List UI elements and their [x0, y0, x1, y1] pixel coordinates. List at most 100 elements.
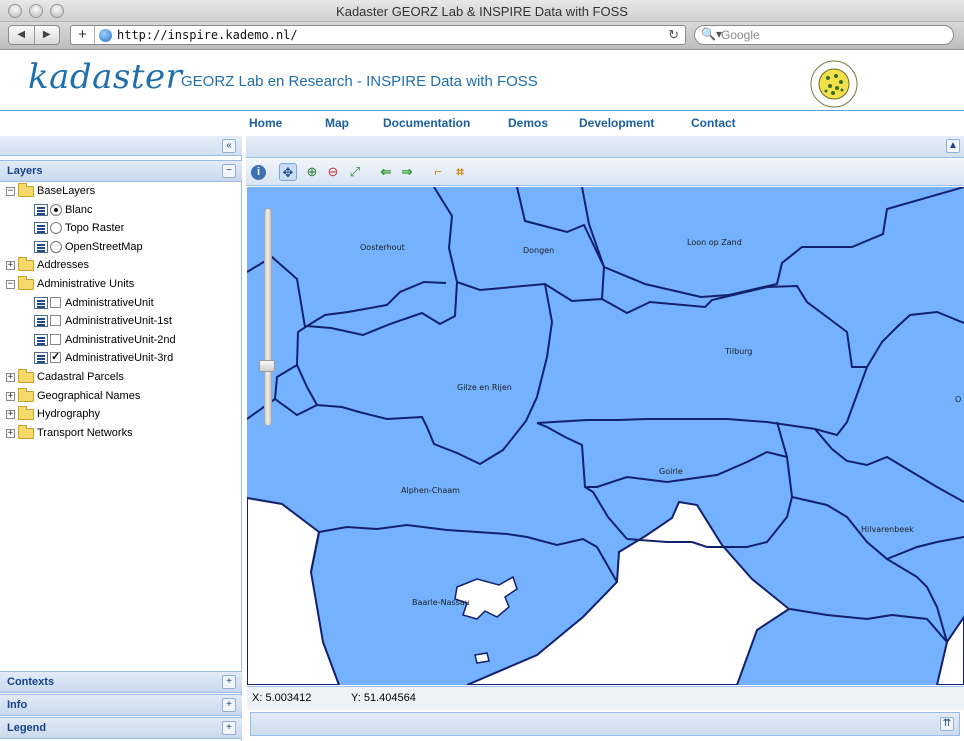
tree-node-label: Addresses	[37, 259, 89, 272]
layer-checkbox[interactable]	[50, 315, 61, 327]
expand-node-icon[interactable]: +	[6, 373, 15, 382]
tree-node[interactable]: − BaseLayers	[0, 182, 238, 200]
map-place-label: Loon op Zand	[687, 238, 742, 247]
tree-node[interactable]: + Geographical Names	[0, 387, 238, 405]
menu-home[interactable]: Home	[249, 116, 282, 130]
tree-node-label: AdministrativeUnit-2nd	[65, 333, 176, 346]
zoom-in-icon[interactable]: ⊕	[303, 163, 321, 181]
zoom-out-icon[interactable]: ⊖	[324, 163, 342, 181]
tree-node[interactable]: AdministrativeUnit-1st	[0, 312, 238, 330]
tree-node[interactable]: ✓ AdministrativeUnit-3rd	[0, 349, 238, 367]
info-panel-header[interactable]: Info +	[0, 694, 242, 716]
map-place-label: Dongen	[523, 246, 554, 255]
address-bar[interactable]: + http://inspire.kademo.nl/ ↻	[70, 25, 686, 45]
expand-node-icon[interactable]: +	[6, 261, 15, 271]
expand-info-button[interactable]: +	[222, 698, 236, 712]
tree-node[interactable]: + Cadastral Parcels	[0, 368, 238, 386]
history-back-icon[interactable]: ⇐	[377, 163, 395, 181]
map-place-label: Oosterhout	[360, 243, 405, 252]
tree-node[interactable]: Topo Raster	[0, 219, 238, 237]
tree-node-label: OpenStreetMap	[65, 240, 143, 253]
tree-node[interactable]: OpenStreetMap	[0, 238, 238, 256]
expand-node-icon[interactable]: +	[6, 391, 15, 401]
map-place-label: Goirle	[659, 467, 683, 476]
collapse-north-button[interactable]: ▲	[946, 139, 960, 153]
center-collapse-bar: ▲	[246, 136, 964, 158]
zoom-slider-track[interactable]	[264, 208, 272, 426]
menu-contact[interactable]: Contact	[691, 116, 736, 130]
zoom-extent-icon[interactable]: ⤢	[346, 163, 364, 181]
layer-checkbox[interactable]: ✓	[50, 352, 61, 364]
layer-checkbox[interactable]	[50, 333, 61, 345]
expand-node-icon[interactable]: +	[6, 410, 15, 420]
layer-radio[interactable]	[50, 240, 62, 253]
url-text[interactable]: http://inspire.kademo.nl/	[117, 27, 298, 43]
back-button[interactable]: ◀	[9, 26, 35, 44]
coord-y: Y: 51.404564	[351, 692, 416, 704]
collapse-west-button[interactable]: «	[222, 139, 236, 153]
map-canvas[interactable]: Oosterhout Dongen Loon op Zand Tilburg Gilze…	[247, 187, 964, 685]
search-input[interactable]: 🔍▾ Google	[694, 25, 954, 45]
pan-icon[interactable]: ✥	[279, 163, 297, 181]
zoom-slider-thumb[interactable]	[259, 360, 275, 372]
tree-node[interactable]: Blanc	[0, 201, 238, 219]
expand-legend-button[interactable]: +	[222, 721, 236, 735]
add-bookmark-button[interactable]: +	[71, 26, 95, 44]
nav-buttons: ◀ ▶	[8, 25, 60, 45]
expand-contexts-button[interactable]: +	[222, 675, 236, 689]
south-panel-bar: ⇈	[250, 712, 960, 736]
layers-panel-header[interactable]: Layers −	[0, 160, 242, 182]
contexts-panel-header[interactable]: Contexts +	[0, 671, 242, 693]
search-icon[interactable]: 🔍▾	[701, 27, 722, 41]
map-place-label: O	[955, 395, 961, 404]
menu-demos[interactable]: Demos	[508, 116, 548, 130]
info-icon[interactable]: i	[251, 165, 266, 180]
map-place-label: Alphen-Chaam	[401, 486, 460, 495]
collapse-node-icon[interactable]: −	[6, 187, 15, 196]
west-panel: « Layers − − BaseLayers Blanc Topo Raster Op…	[0, 136, 242, 741]
map-svg: Oosterhout Dongen Loon op Zand Tilburg Gilze…	[247, 187, 964, 685]
layer-radio[interactable]	[50, 203, 62, 216]
tree-node[interactable]: AdministrativeUnit	[0, 294, 238, 312]
layer-checkbox[interactable]	[50, 296, 61, 308]
menu-map[interactable]: Map	[325, 116, 349, 130]
map-place-label: Hilvarenbeek	[861, 525, 914, 534]
layer-icon	[34, 222, 48, 235]
west-collapse-bar: «	[0, 136, 242, 156]
tree-node[interactable]: + Hydrography	[0, 405, 238, 423]
measure-line-icon[interactable]: ⌐	[429, 163, 447, 181]
tree-node[interactable]: + Transport Networks	[0, 424, 238, 442]
coordinate-bar: X: 5.003412 Y: 51.404564	[247, 686, 964, 710]
tree-node-label: Geographical Names	[37, 389, 141, 402]
tree-node[interactable]: − Administrative Units	[0, 275, 238, 293]
reload-icon[interactable]: ↻	[668, 27, 679, 43]
collapse-layers-button[interactable]: −	[222, 164, 236, 178]
page-header: kadaster GEORZ Lab en Research - INSPIRE…	[0, 51, 964, 111]
tree-node-label: Blanc	[65, 203, 93, 216]
legend-panel-header[interactable]: Legend +	[0, 717, 242, 739]
kadaster-logo[interactable]: kadaster	[28, 57, 182, 97]
layer-icon	[34, 333, 48, 346]
history-forward-icon[interactable]: ⇒	[398, 163, 416, 181]
collapse-node-icon[interactable]: −	[6, 280, 15, 289]
folder-icon	[18, 424, 34, 439]
menu-development[interactable]: Development	[579, 116, 654, 130]
folder-icon	[18, 406, 34, 421]
tree-node[interactable]: AdministrativeUnit-2nd	[0, 331, 238, 349]
layer-icon	[34, 203, 48, 216]
browser-toolbar: ◀ ▶ + http://inspire.kademo.nl/ ↻ 🔍▾ Goo…	[0, 22, 964, 50]
folder-icon	[18, 369, 34, 383]
expand-node-icon[interactable]: +	[6, 428, 15, 438]
layers-panel-title: Layers	[7, 165, 43, 177]
menu-documentation[interactable]: Documentation	[383, 116, 470, 130]
tree-node-label: AdministrativeUnit-3rd	[65, 352, 174, 365]
site-globe-icon	[99, 29, 112, 42]
main-menu: Home Map Documentation Demos Development…	[0, 112, 964, 136]
map-place-label: Tilburg	[724, 347, 752, 356]
measure-area-icon[interactable]: ⌗	[451, 163, 469, 181]
expand-south-button[interactable]: ⇈	[940, 717, 954, 731]
layer-radio[interactable]	[50, 222, 62, 235]
forward-button[interactable]: ▶	[35, 26, 60, 44]
tree-node[interactable]: + Addresses	[0, 256, 238, 274]
layer-icon	[34, 315, 48, 328]
